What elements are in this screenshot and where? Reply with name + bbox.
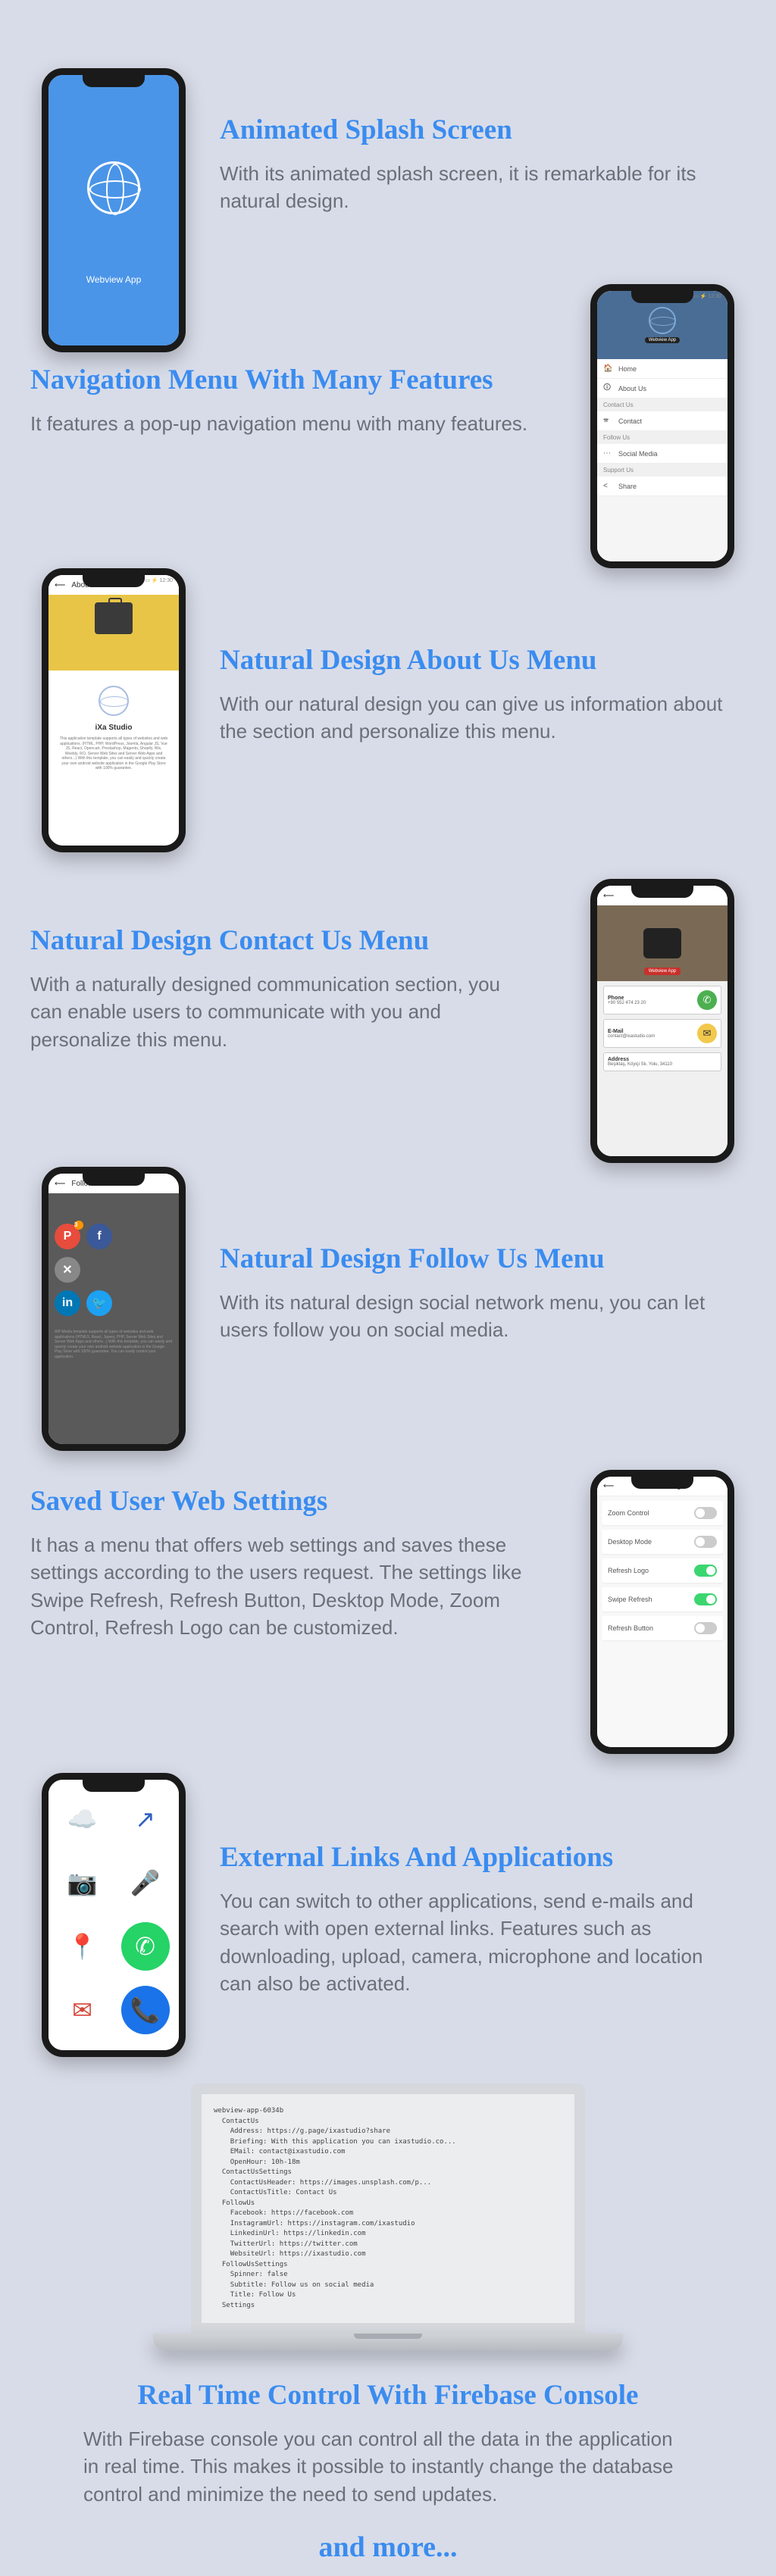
and-more-text: and more... [0,2531,776,2564]
refresh-btn-toggle[interactable] [694,1622,717,1634]
follow-phone-mockup: ▭ ⚡ 12:30 ⟵Follow Us P3 f ✕ in 🐦 WP Medi… [42,1167,186,1451]
swipe-toggle[interactable] [694,1593,717,1605]
section-desc: With its natural design social network m… [220,1289,728,1344]
section-heading: Natural Design Contact Us Menu [30,924,530,957]
follow-body-text: WP Media template supports all types of … [48,1324,179,1365]
splash-phone-mockup: Webview App [42,68,186,352]
nav-item-contact[interactable]: 🕿Contact [597,411,728,431]
location-pin-icon[interactable]: 📍 [58,1922,107,1971]
facebook-icon[interactable]: f [86,1224,112,1249]
section-desc: With its animated splash screen, it is r… [220,160,705,215]
telephone-icon [643,928,681,958]
contact-row-email[interactable]: E-Mailcontact@ixastudio.com ✉ [603,1019,721,1048]
refresh-logo-toggle[interactable] [694,1565,717,1577]
camera-icon[interactable]: 📷 [58,1859,107,1907]
globe-icon [87,161,140,214]
phone-icon: ✆ [697,990,717,1010]
console-text: webview-app-6034b ContactUs Address: htt… [214,2106,562,2311]
upload-cloud-icon[interactable]: ☁️ [58,1795,107,1843]
settings-phone-mockup: ▭ ⚡ 12:30 ⟵Web Settings Zoom Control Des… [590,1470,734,1754]
section-desc: With our natural design you can give us … [220,690,728,746]
section-heading: Navigation Menu With Many Features [30,364,553,396]
section-desc: It has a menu that offers web settings a… [30,1531,530,1642]
section-heading: Real Time Control With Firebase Console [83,2379,693,2412]
splash-screen: Webview App [48,75,179,345]
close-icon[interactable]: ✕ [55,1257,80,1283]
whatsapp-icon[interactable]: ✆ [121,1922,170,1971]
contact-row-phone[interactable]: Phone+90 552 474 23 20 ✆ [603,986,721,1014]
about-phone-mockup: ▭ ⚡ 12:30 ⟵About Us iXa Studio This appl… [42,568,186,852]
nav-item-social[interactable]: ⋯Social Media [597,444,728,464]
nav-item-about[interactable]: 🛈About Us [597,379,728,399]
app-badge: Webview App [644,968,681,975]
settings-row: Refresh Button [602,1616,723,1640]
desktop-toggle[interactable] [694,1536,717,1548]
settings-row: Zoom Control [602,1501,723,1525]
contact-phone-mockup: ▭ ⚡ 12:30 ⟵Contact Us Webview App Phone+… [590,879,734,1163]
settings-row: Swipe Refresh [602,1587,723,1612]
section-desc: You can switch to other applications, se… [220,1887,728,1998]
gmail-icon[interactable]: ✉ [58,1986,107,2034]
apps-phone-mockup: ☁️ ↗ 📷 🎤 📍 ✆ ✉ 📞 [42,1773,186,2057]
section-desc: With Firebase console you can control al… [83,2425,693,2508]
linkedin-icon[interactable]: in [55,1290,80,1316]
section-heading: External Links And Applications [220,1841,728,1874]
section-heading: Natural Design About Us Menu [220,644,728,677]
section-heading: Natural Design Follow Us Menu [220,1243,728,1275]
contact-row-address[interactable]: AddressBeşiktaş, Köyiçi Sk. Yolu, 34110 [603,1052,721,1071]
nav-section-label: Follow Us [597,431,728,444]
back-icon[interactable]: ⟵ [55,1180,65,1188]
call-icon[interactable]: 📞 [121,1986,170,2034]
settings-row: Desktop Mode [602,1530,723,1554]
email-icon: ✉ [697,1024,717,1043]
globe-icon [99,686,129,716]
back-icon[interactable]: ⟵ [603,1482,614,1490]
nav-section-label: Support Us [597,464,728,477]
app-badge: Webview App [645,337,680,343]
nav-item-share[interactable]: <Share [597,477,728,496]
nav-phone-mockup: ▭ ⚡ 12:30 Webview App 🏠Home 🛈About Us Co… [590,284,734,568]
twitter-icon[interactable]: 🐦 [86,1290,112,1316]
briefcase-icon [95,602,133,634]
section-heading: Animated Splash Screen [220,114,705,146]
pinterest-icon[interactable]: P3 [55,1224,80,1249]
microphone-icon[interactable]: 🎤 [121,1859,170,1907]
firebase-console: webview-app-6034b ContactUs Address: htt… [191,2084,585,2334]
back-icon[interactable]: ⟵ [55,581,65,589]
nav-section-label: Contact Us [597,399,728,411]
splash-label: Webview App [86,274,142,285]
section-desc: With a naturally designed communication … [30,971,530,1053]
about-title: iXa Studio [56,724,171,732]
nav-item-home[interactable]: 🏠Home [597,359,728,379]
settings-row: Refresh Logo [602,1558,723,1583]
section-desc: It features a pop-up navigation menu wit… [30,410,553,437]
back-icon[interactable]: ⟵ [603,892,614,900]
section-heading: Saved User Web Settings [30,1485,530,1518]
about-text: This application template supports all t… [56,736,171,771]
zoom-toggle[interactable] [694,1507,717,1519]
globe-icon [649,307,676,334]
laptop-mockup: webview-app-6034b ContactUs Address: htt… [153,2084,623,2350]
external-link-icon[interactable]: ↗ [121,1795,170,1843]
